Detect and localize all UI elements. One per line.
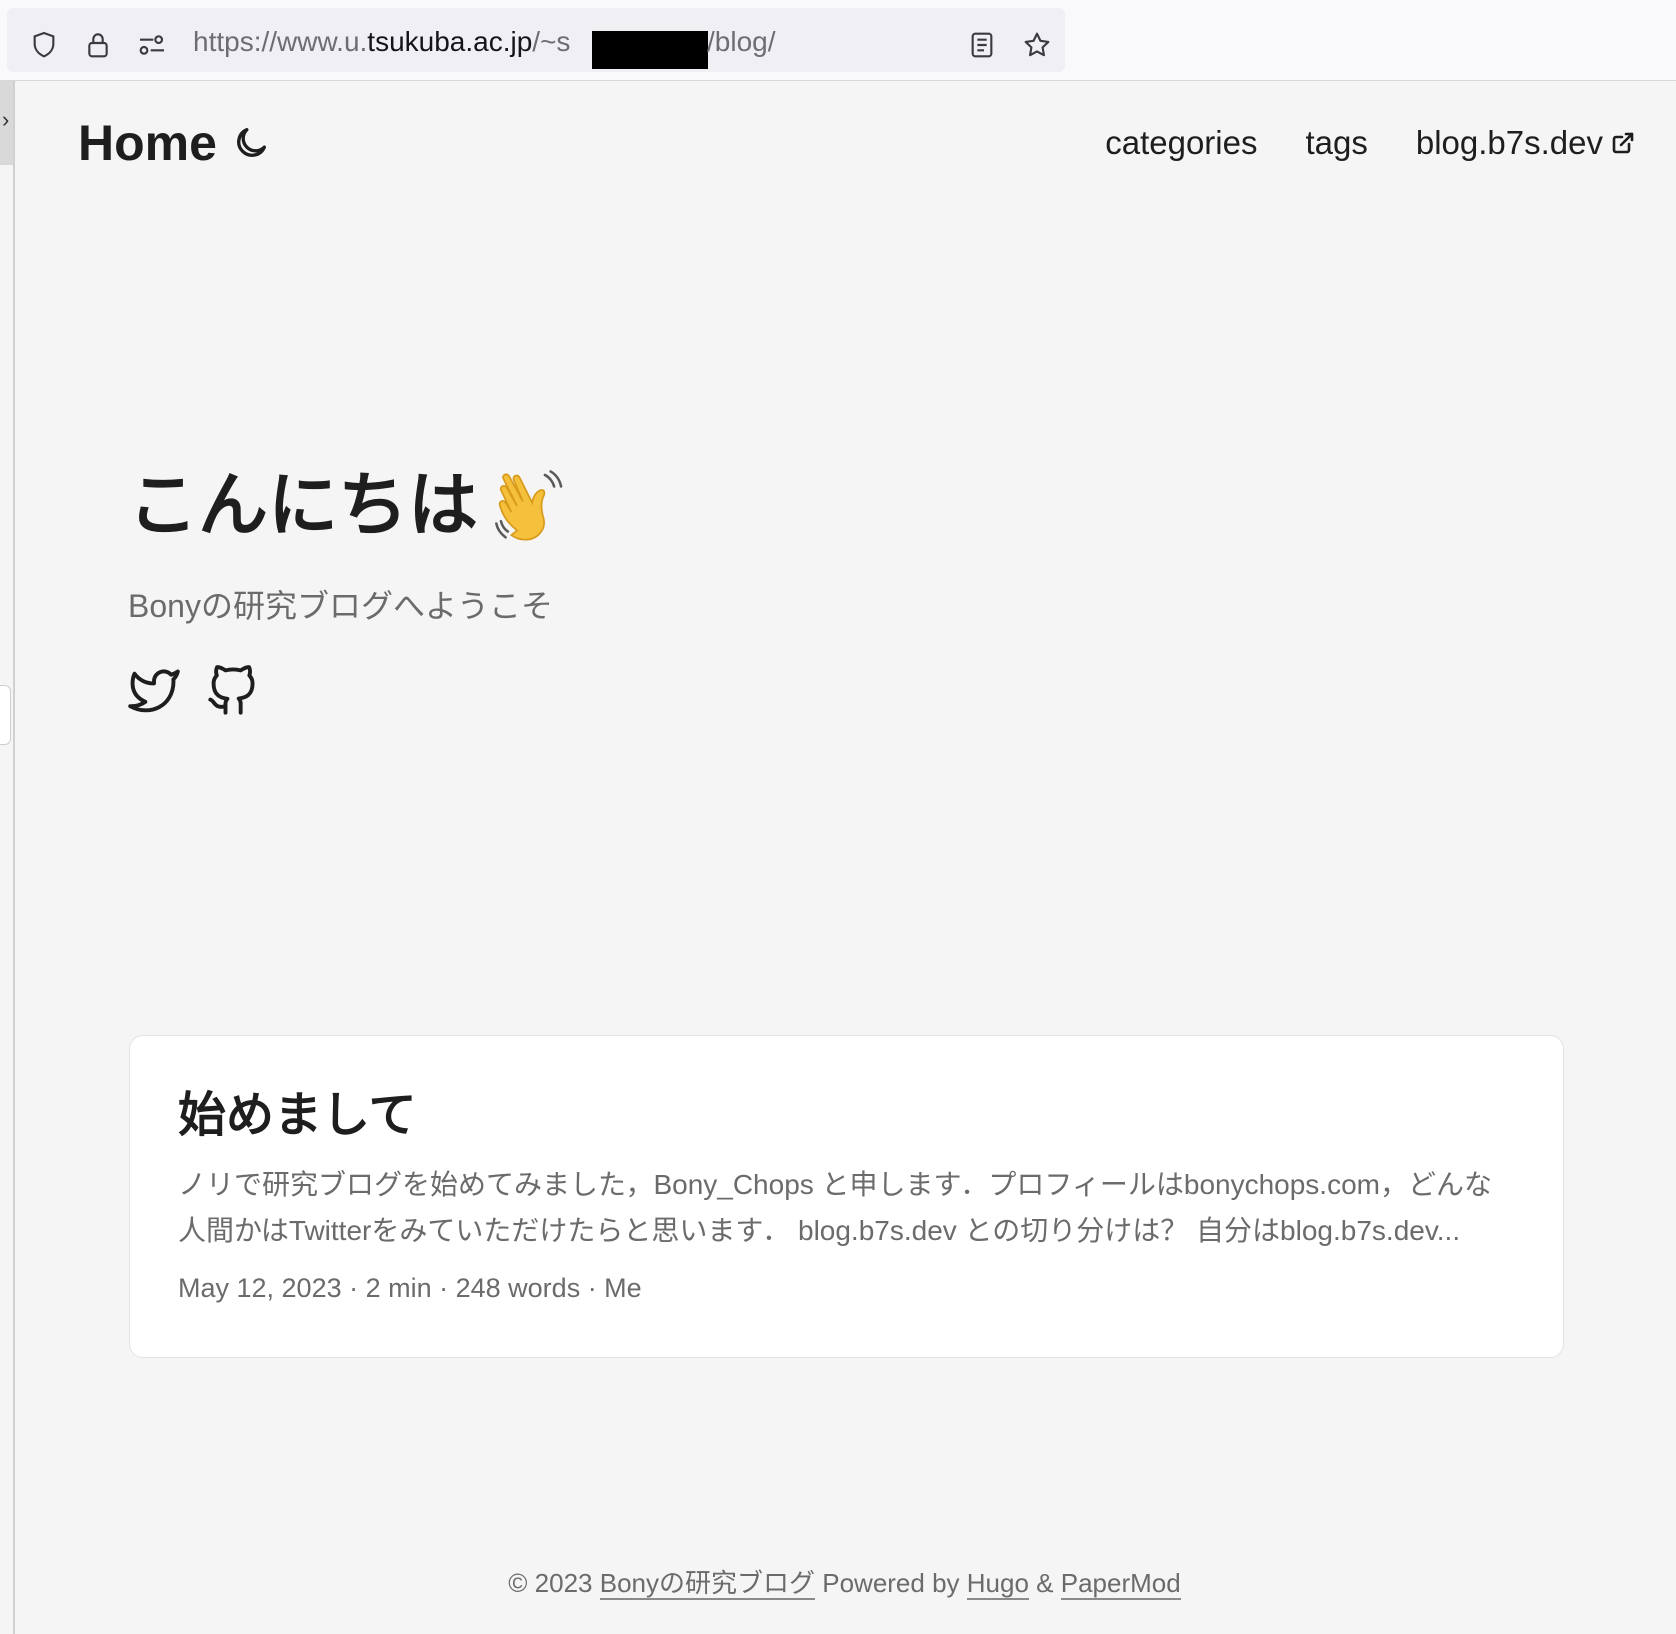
sidebar-toggle[interactable]: ›: [0, 81, 13, 165]
lock-icon[interactable]: [81, 28, 115, 62]
address-bar[interactable]: https://www.u.tsukuba.ac.jp/~s /blog/: [7, 8, 1065, 72]
site-header: Home categories tags blog.b7s.dev: [13, 81, 1676, 206]
post-meta: May 12, 2023 · 2 min · 248 words · Me: [178, 1273, 642, 1303]
post-excerpt: ノリで研究ブログを始めてみました，Bony_Chops と申します．プロフィール…: [178, 1169, 1492, 1246]
site-footer: © 2023 Bonyの研究ブログ Powered by Hugo & Pape…: [13, 1563, 1676, 1600]
reader-view-icon[interactable]: [965, 28, 999, 62]
footer-papermod-link[interactable]: PaperMod: [1060, 1568, 1181, 1600]
post-entry[interactable]: 始めまして ノリで研究ブログを始めてみました，Bony_Chops と申します．…: [129, 1035, 1564, 1358]
menu-item-label: blog.b7s.dev: [1415, 124, 1603, 161]
footer-ampersand: &: [1036, 1568, 1054, 1598]
hero-title: こんにちは: [128, 455, 568, 555]
social-icons: [128, 665, 258, 717]
twitter-icon[interactable]: [128, 665, 180, 717]
home-info: こんにちは Bonyの研究ブログへようこそ: [128, 455, 568, 715]
external-link-icon: [1612, 132, 1634, 154]
footer-hugo-link[interactable]: Hugo: [966, 1568, 1029, 1600]
hero-subtitle: Bonyの研究ブログへようこそ: [128, 588, 553, 624]
hero-title-text: こんにちは: [128, 466, 478, 544]
main-menu: categories tags blog.b7s.dev: [1105, 119, 1635, 167]
browser-toolbar: https://www.u.tsukuba.ac.jp/~s /blog/: [0, 0, 1676, 81]
menu-item-blog-b7s[interactable]: blog.b7s.dev: [1416, 124, 1635, 162]
shield-icon[interactable]: [27, 28, 61, 62]
menu-item-categories[interactable]: categories: [1105, 124, 1257, 162]
moon-icon[interactable]: [231, 123, 271, 163]
waving-hand-emoji: [495, 470, 563, 541]
footer-site-link[interactable]: Bonyの研究ブログ: [599, 1568, 815, 1600]
footer-powered-by: Powered by: [822, 1568, 960, 1598]
redaction-box: [592, 31, 708, 69]
menu-item-tags[interactable]: tags: [1305, 124, 1367, 162]
post-title: 始めまして: [178, 1089, 417, 1142]
github-icon[interactable]: [206, 665, 258, 717]
chevron-right-icon: ›: [2, 107, 10, 132]
url-text: https://www.u.tsukuba.ac.jp/~s: [193, 26, 571, 57]
home-logo-link[interactable]: Home: [78, 111, 217, 175]
url-path: /blog/: [707, 26, 776, 57]
sidebar-handle[interactable]: [0, 685, 11, 745]
sidebar-edge: ›: [0, 81, 15, 1634]
permissions-icon[interactable]: [135, 28, 169, 62]
footer-copyright: © 2023: [508, 1568, 593, 1598]
bookmark-star-icon[interactable]: [1020, 28, 1054, 62]
